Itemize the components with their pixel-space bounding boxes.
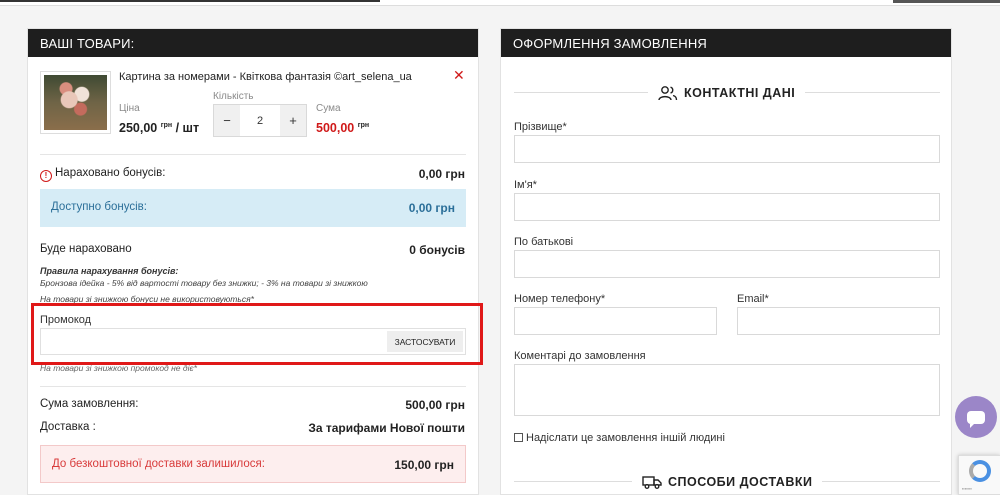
delivery-label: Доставка : bbox=[40, 421, 96, 433]
qty-decrease-button[interactable]: − bbox=[214, 105, 240, 136]
name-label: Ім'я* bbox=[514, 179, 537, 191]
qty-value[interactable]: 2 bbox=[240, 115, 280, 127]
recaptcha-icon bbox=[969, 460, 991, 482]
other-person-label: Надіслати це замовлення іншій людині bbox=[526, 432, 725, 444]
comment-label: Коментарі до замовлення bbox=[514, 350, 646, 362]
available-bonus-box: Доступно бонусів: 0,00 грн bbox=[40, 189, 466, 227]
surname-field bbox=[514, 135, 940, 163]
comment-field bbox=[514, 364, 940, 416]
other-person-checkbox[interactable] bbox=[514, 433, 523, 442]
patronymic-input[interactable] bbox=[515, 251, 939, 277]
chat-button[interactable] bbox=[955, 396, 997, 438]
free-delivery-box: До безкоштовної доставки залишилося: 150… bbox=[40, 445, 466, 483]
patronymic-field bbox=[514, 250, 940, 278]
email-field bbox=[737, 307, 940, 335]
divider bbox=[40, 386, 466, 387]
cart-panel-title: ВАШІ ТОВАРИ: bbox=[28, 29, 478, 57]
bonus-rules-text: Бронзова ідейка - 5% від вартості товару… bbox=[40, 278, 368, 288]
order-sum-value: 500,00 грн bbox=[405, 398, 465, 412]
patronymic-label: По батькові bbox=[514, 236, 574, 248]
cart-panel: ВАШІ ТОВАРИ: Картина за номерами - Квітк… bbox=[27, 28, 483, 495]
order-sum-label: Сума замовлення: bbox=[40, 398, 139, 410]
price-currency: грн bbox=[160, 121, 173, 129]
other-person-option[interactable]: Надіслати це замовлення іншій людині bbox=[514, 432, 725, 444]
name-input[interactable] bbox=[515, 194, 939, 220]
sum-amount: 500,00 bbox=[316, 121, 355, 135]
contact-section-text: КОНТАКТНІ ДАНІ bbox=[684, 85, 796, 100]
top-strip-scroll bbox=[893, 0, 1000, 3]
close-icon: ✕ bbox=[453, 67, 465, 83]
product-image bbox=[44, 75, 107, 130]
product-thumbnail[interactable] bbox=[40, 71, 111, 134]
chat-icon bbox=[967, 410, 985, 428]
price-amount: 250,00 bbox=[119, 121, 158, 135]
will-accrue-label: Буде нараховано bbox=[40, 243, 132, 255]
sum-label: Сума bbox=[316, 103, 341, 114]
accrued-bonus-text: Нараховано бонусів: bbox=[55, 167, 166, 179]
phone-field bbox=[514, 307, 717, 335]
surname-label: Прізвище* bbox=[514, 121, 567, 133]
price-label: Ціна bbox=[119, 103, 140, 114]
top-strip bbox=[0, 0, 1000, 6]
delivery-value: За тарифами Нової пошти bbox=[308, 421, 465, 435]
promo-note: На товари зі знижкою промокод не діє* bbox=[40, 363, 197, 373]
name-field bbox=[514, 193, 940, 221]
available-bonus-label: Доступно бонусів: bbox=[51, 201, 147, 213]
highlight-frame bbox=[31, 303, 483, 365]
phone-input[interactable] bbox=[515, 308, 716, 334]
users-icon bbox=[658, 85, 678, 100]
delivery-section-title: СПОСОБИ ДОСТАВКИ bbox=[632, 473, 823, 490]
email-input[interactable] bbox=[738, 308, 939, 334]
accrued-bonus-label: ! Нараховано бонусів: bbox=[40, 167, 165, 182]
recaptcha-text: ▪▪▪▪▪▪▪ bbox=[962, 486, 972, 491]
contact-section-title: КОНТАКТНІ ДАНІ bbox=[648, 84, 806, 101]
delivery-section-text: СПОСОБИ ДОСТАВКИ bbox=[668, 474, 813, 489]
available-bonus-value: 0,00 грн bbox=[408, 201, 455, 215]
product-name[interactable]: Картина за номерами - Квіткова фантазія … bbox=[119, 71, 412, 83]
price-per: / шт bbox=[172, 121, 200, 135]
free-delivery-value: 150,00 грн bbox=[394, 458, 454, 472]
remove-item-button[interactable]: ✕ bbox=[453, 67, 465, 84]
recaptcha-badge[interactable]: ▪▪▪▪▪▪▪ bbox=[958, 455, 1000, 495]
top-strip-line bbox=[0, 0, 380, 2]
free-delivery-label: До безкоштовної доставки залишилося: bbox=[52, 458, 265, 470]
info-icon: ! bbox=[40, 170, 52, 182]
will-accrue-value: 0 бонусів bbox=[409, 243, 465, 257]
truck-icon bbox=[642, 475, 662, 489]
accrued-bonus-value: 0,00 грн bbox=[418, 167, 465, 181]
sum-value: 500,00 грн bbox=[316, 121, 369, 135]
qty-label: Кількість bbox=[213, 91, 254, 102]
surname-input[interactable] bbox=[515, 136, 939, 162]
qty-increase-button[interactable]: + bbox=[280, 105, 306, 136]
price-value: 250,00 грн / шт bbox=[119, 121, 199, 135]
quantity-stepper: − 2 + bbox=[213, 104, 307, 137]
phone-label: Номер телефону* bbox=[514, 293, 606, 305]
checkout-panel: ОФОРМЛЕННЯ ЗАМОВЛЕННЯ КОНТАКТНІ ДАНІ Прі… bbox=[500, 28, 952, 495]
comment-textarea[interactable] bbox=[515, 365, 939, 415]
divider bbox=[40, 154, 466, 155]
checkout-panel-title: ОФОРМЛЕННЯ ЗАМОВЛЕННЯ bbox=[501, 29, 951, 57]
sum-currency: грн bbox=[357, 121, 370, 129]
bonus-rules-title: Правила нарахування бонусів: bbox=[40, 266, 179, 276]
email-label: Email* bbox=[737, 293, 769, 305]
